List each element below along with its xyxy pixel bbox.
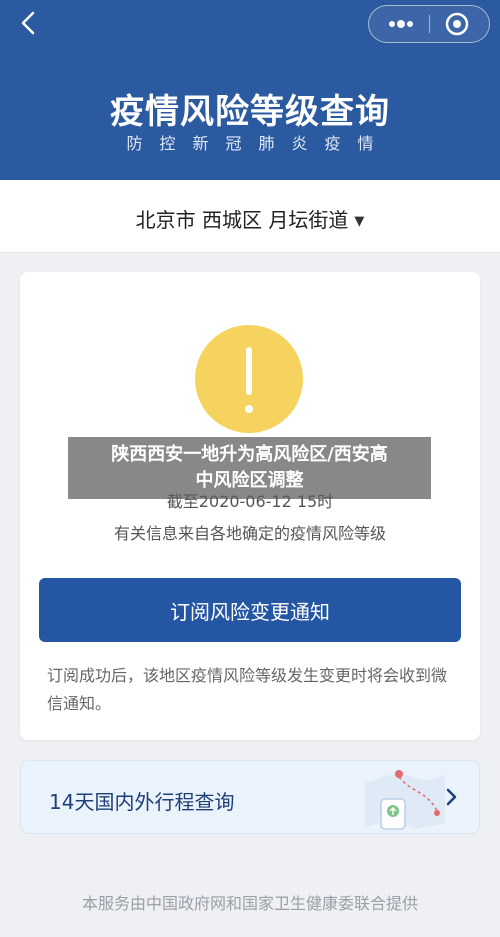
- caret-down-icon: ▼: [354, 214, 365, 229]
- header: 疫情风险等级查询 防控新冠肺炎疫情: [0, 0, 500, 180]
- chevron-right-icon: [446, 788, 457, 806]
- map-route-icon: [365, 770, 445, 830]
- trip-query-card[interactable]: 14天国内外行程查询: [20, 760, 480, 834]
- footer-note: 本服务由中国政府网和国家卫生健康委联合提供: [81, 894, 418, 913]
- news-caption-overlay: 陕西西安一地升为高风险区/西安高 中风险区调整: [68, 437, 431, 499]
- chevron-left-icon: [21, 11, 35, 35]
- trip-query-label: 14天国内外行程查询: [49, 790, 235, 814]
- location-label: 北京市 西城区 月坛街道: [135, 208, 349, 232]
- warning-bar: [246, 347, 252, 395]
- risk-level-card: 截至2020-06-12 15时 有关信息来自各地确定的疫情风险等级 订阅风险变…: [20, 272, 480, 740]
- news-caption-line-2: 中风险区调整: [195, 470, 304, 491]
- close-button[interactable]: [443, 10, 471, 38]
- page-subtitle: 防控新冠肺炎疫情: [126, 134, 391, 153]
- back-button[interactable]: [14, 8, 44, 38]
- page-title: 疫情风险等级查询: [110, 92, 390, 132]
- more-button[interactable]: [379, 12, 419, 36]
- capsule-divider: [429, 15, 430, 33]
- mini-program-capsule: [368, 5, 490, 43]
- more-dots-icon: [389, 20, 413, 28]
- subscribe-description: 订阅成功后，该地区疫情风险等级发生变更时将会收到微信通知。: [47, 666, 448, 713]
- target-close-icon: [445, 12, 469, 36]
- news-caption-line-1: 陕西西安一地升为高风险区/西安高: [111, 444, 388, 465]
- source-note: 有关信息来自各地确定的疫情风险等级: [113, 524, 386, 543]
- location-display[interactable]: 北京市 西城区 月坛街道 ▼: [0, 204, 500, 233]
- warning-dot: [245, 405, 253, 413]
- subscribe-button[interactable]: 订阅风险变更通知: [39, 578, 461, 642]
- news-caption: 陕西西安一地升为高风险区/西安高 中风险区调整: [68, 442, 431, 494]
- warning-icon: [195, 325, 303, 433]
- location-selector[interactable]: 北京市 西城区 月坛街道 ▼: [0, 180, 500, 253]
